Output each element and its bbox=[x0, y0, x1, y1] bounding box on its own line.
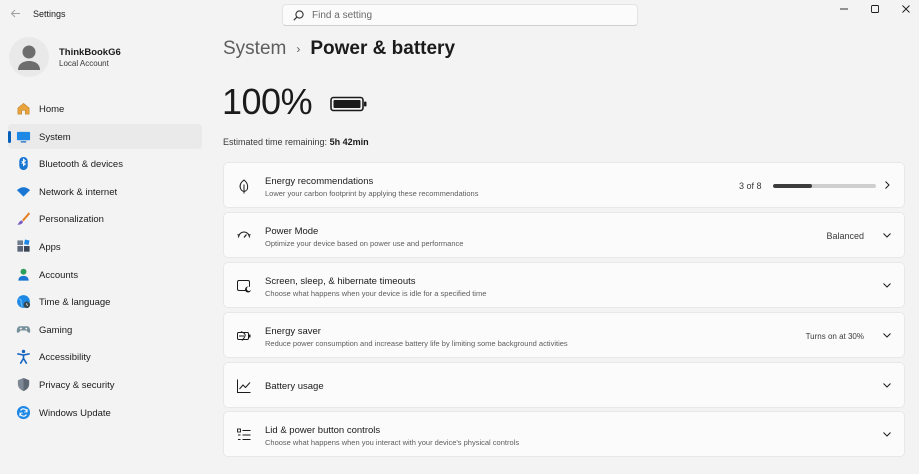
breadcrumb-parent[interactable]: System bbox=[223, 38, 286, 60]
shield-icon bbox=[17, 377, 30, 391]
search-input[interactable] bbox=[312, 7, 612, 23]
sidebar-item-label: Personalization bbox=[39, 214, 104, 226]
sidebar-item-network[interactable]: Network & internet bbox=[8, 179, 202, 204]
recommendations-count: 3 of 8 bbox=[739, 181, 762, 191]
sidebar-item-label: Windows Update bbox=[39, 407, 111, 419]
leaf-icon bbox=[239, 179, 249, 194]
sidebar-item-label: Gaming bbox=[39, 324, 73, 336]
back-arrow-icon[interactable] bbox=[8, 8, 22, 22]
card-description: Lower your carbon footprint by applying … bbox=[265, 189, 479, 198]
progress-fill bbox=[773, 184, 812, 188]
energy-saver-threshold: Turns on at 30% bbox=[805, 332, 864, 341]
card-description: Reduce power consumption and increase ba… bbox=[265, 339, 568, 348]
card-title: Battery usage bbox=[265, 381, 324, 392]
chevron-down-icon bbox=[883, 233, 891, 238]
close-icon bbox=[902, 5, 910, 13]
card-title: Screen, sleep, & hibernate timeouts bbox=[265, 276, 416, 287]
sidebar-item-gaming[interactable]: Gaming bbox=[8, 317, 202, 342]
estimated-time-remaining: Estimated time remaining: 5h 42min bbox=[223, 137, 369, 147]
avatar[interactable] bbox=[9, 37, 49, 77]
sidebar-item-bluetooth[interactable]: Bluetooth & devices bbox=[8, 151, 202, 176]
card-description: Choose what happens when you interact wi… bbox=[265, 438, 520, 447]
card-energy-recommendations[interactable]: Energy recommendations Lower your carbon… bbox=[223, 162, 905, 208]
brush-icon bbox=[17, 212, 31, 226]
chevron-right-icon bbox=[885, 181, 890, 189]
maximize-button[interactable] bbox=[860, 0, 890, 18]
apps-icon bbox=[17, 239, 30, 252]
battery-percentage: 100% bbox=[222, 81, 313, 122]
battery-full-icon bbox=[330, 96, 367, 112]
sidebar-item-label: Time & language bbox=[39, 297, 111, 309]
card-description: Optimize your device based on power use … bbox=[265, 239, 464, 248]
power-mode-icon bbox=[237, 231, 251, 238]
card-lid-power-button-controls[interactable]: Lid & power button controls Choose what … bbox=[223, 411, 905, 457]
chart-line-icon bbox=[237, 379, 251, 393]
search-icon bbox=[293, 10, 304, 21]
wifi-icon bbox=[16, 187, 31, 197]
estimate-value: 5h 42min bbox=[329, 137, 369, 147]
battery-level-fill bbox=[333, 100, 361, 108]
sidebar-item-label: Apps bbox=[39, 241, 61, 253]
sidebar-item-label: Privacy & security bbox=[39, 379, 115, 391]
card-description: Choose what happens when your device is … bbox=[265, 289, 487, 298]
sidebar-item-time-language[interactable]: Time & language bbox=[8, 289, 202, 314]
sidebar-item-label: Network & internet bbox=[39, 186, 118, 198]
sidebar-item-label: Bluetooth & devices bbox=[39, 159, 123, 171]
gamepad-icon bbox=[16, 325, 31, 333]
person-icon bbox=[18, 268, 29, 281]
breadcrumb-separator: › bbox=[296, 42, 301, 56]
card-battery-usage[interactable]: Battery usage bbox=[223, 362, 905, 408]
sidebar-item-system[interactable]: System bbox=[8, 123, 202, 149]
card-power-mode[interactable]: Power Mode Optimize your device based on… bbox=[223, 212, 905, 258]
breadcrumb: System › Power & battery bbox=[223, 38, 455, 60]
battery-saver-icon bbox=[237, 331, 251, 341]
system-icon bbox=[16, 131, 31, 143]
sidebar-item-label: Home bbox=[39, 104, 65, 115]
update-icon bbox=[16, 405, 31, 419]
chevron-down-icon bbox=[883, 432, 891, 437]
power-mode-dropdown[interactable]: Balanced bbox=[826, 231, 864, 241]
estimate-label: Estimated time remaining: bbox=[223, 137, 328, 147]
sidebar-nav: Home System Bluetooth & devices Network … bbox=[8, 96, 202, 427]
chevron-down-icon bbox=[883, 283, 891, 288]
sidebar-item-privacy-security[interactable]: Privacy & security bbox=[8, 372, 202, 397]
accessibility-icon bbox=[17, 350, 30, 365]
home-icon bbox=[17, 102, 30, 115]
card-screen-sleep-timeouts[interactable]: Screen, sleep, & hibernate timeouts Choo… bbox=[223, 262, 905, 308]
list-controls-icon bbox=[237, 428, 251, 440]
sidebar-item-apps[interactable]: Apps bbox=[8, 234, 202, 259]
chevron-down-icon bbox=[883, 333, 891, 338]
card-energy-saver[interactable]: Energy saver Reduce power consumption an… bbox=[223, 312, 905, 358]
close-button[interactable] bbox=[891, 0, 919, 18]
sidebar-item-personalization[interactable]: Personalization bbox=[8, 206, 202, 231]
sidebar-item-label: Accessibility bbox=[39, 352, 91, 364]
sidebar-item-accounts[interactable]: Accounts bbox=[8, 262, 202, 287]
page-title: Power & battery bbox=[310, 38, 456, 59]
sidebar-item-home[interactable]: Home bbox=[8, 96, 202, 121]
bluetooth-icon bbox=[19, 157, 28, 171]
card-title: Power Mode bbox=[265, 226, 319, 237]
card-title: Energy recommendations bbox=[265, 176, 374, 187]
person-avatar-icon bbox=[18, 45, 40, 70]
recommendations-progress-bar bbox=[773, 184, 876, 188]
user-profile[interactable]: ThinkBookG6 Local Account bbox=[9, 37, 199, 77]
card-title: Lid & power button controls bbox=[265, 425, 381, 436]
maximize-icon bbox=[871, 5, 879, 13]
minimize-icon bbox=[840, 8, 848, 10]
globe-clock-icon bbox=[17, 295, 31, 309]
sidebar-item-accessibility[interactable]: Accessibility bbox=[8, 344, 202, 369]
screen-sleep-icon bbox=[237, 280, 252, 293]
minimize-button[interactable] bbox=[829, 0, 859, 18]
chevron-down-icon bbox=[883, 383, 891, 388]
title-bar: Settings bbox=[0, 0, 919, 30]
sidebar-item-windows-update[interactable]: Windows Update bbox=[8, 400, 202, 425]
sidebar-item-label: System bbox=[39, 131, 71, 143]
card-title: Energy saver bbox=[265, 326, 321, 337]
profile-account-type: Local Account bbox=[59, 59, 109, 68]
search-box[interactable] bbox=[282, 4, 638, 26]
profile-name: ThinkBookG6 bbox=[59, 47, 121, 58]
sidebar-item-label: Accounts bbox=[39, 269, 79, 281]
app-title: Settings bbox=[33, 9, 66, 19]
